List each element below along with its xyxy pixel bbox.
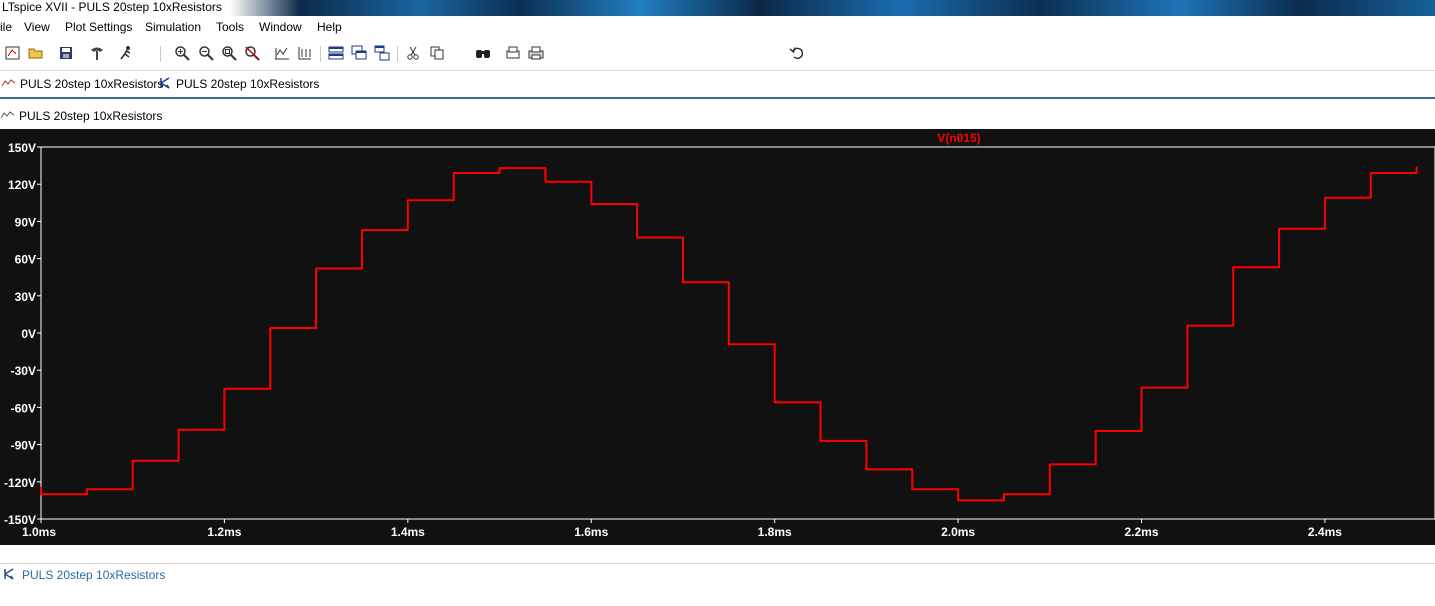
y-tick-label: 120V xyxy=(8,178,36,192)
waveform-plot[interactable]: 150V 120V 90V 60V 30V 0V -30V -60V -90V -120V -150… xyxy=(0,129,1435,545)
schematic-icon xyxy=(2,567,16,583)
y-tick-label: 90V xyxy=(15,215,36,229)
print-icon[interactable] xyxy=(527,44,545,62)
cut-icon[interactable] xyxy=(404,44,422,62)
x-tick-label: 1.0ms xyxy=(22,525,56,539)
find-icon[interactable] xyxy=(474,44,492,62)
y-tick-label: -30V xyxy=(11,364,36,378)
menu-view[interactable]: View xyxy=(24,20,50,34)
toolbar xyxy=(0,40,1435,66)
x-tick-label: 1.8ms xyxy=(758,525,792,539)
print-setup-icon[interactable] xyxy=(504,44,522,62)
tile-vertical-icon[interactable] xyxy=(373,44,391,62)
status-label[interactable]: PULS 20step 10xResistors xyxy=(22,568,165,582)
menu-plot-settings[interactable]: Plot Settings xyxy=(65,20,132,34)
zoom-out-icon[interactable] xyxy=(197,44,215,62)
tab-schematic[interactable]: PULS 20step 10xResistors xyxy=(158,75,319,93)
y-tick-label: -120V xyxy=(4,476,36,490)
y-tick-label: -60V xyxy=(11,401,36,415)
run-icon[interactable] xyxy=(117,44,135,62)
control-panel-icon[interactable] xyxy=(88,44,106,62)
pane-title: PULS 20step 10xResistors xyxy=(19,109,163,123)
window-title: LTspice XVII - PULS 20step 10xResistors xyxy=(0,0,226,16)
zoom-full-icon[interactable] xyxy=(220,44,238,62)
toolbar-separator xyxy=(320,46,321,62)
save-icon[interactable] xyxy=(57,44,75,62)
menu-tools[interactable]: Tools xyxy=(216,20,244,34)
y-tick-label: 0V xyxy=(21,327,36,341)
x-tick-label: 2.4ms xyxy=(1308,525,1342,539)
y-tick-label: 60V xyxy=(15,253,36,267)
y-tick-label: 150V xyxy=(8,141,36,155)
undo-icon[interactable] xyxy=(788,44,806,62)
x-tick-label: 1.6ms xyxy=(574,525,608,539)
menu-bar: ile View Plot Settings Simulation Tools … xyxy=(0,18,1435,38)
y-tick-label: 30V xyxy=(15,290,36,304)
legend-label[interactable]: V(n015) xyxy=(937,131,980,145)
zoom-in-icon[interactable] xyxy=(173,44,191,62)
tile-horizontal-icon[interactable] xyxy=(327,44,345,62)
tab-label: PULS 20step 10xResistors xyxy=(20,77,164,91)
cascade-icon[interactable] xyxy=(350,44,368,62)
menu-simulation[interactable]: Simulation xyxy=(145,20,201,34)
plot-pane-header: PULS 20step 10xResistors xyxy=(0,106,1435,126)
cancel-zoom-icon[interactable] xyxy=(243,44,261,62)
x-tick-label: 1.4ms xyxy=(391,525,425,539)
status-bar: PULS 20step 10xResistors xyxy=(0,563,1435,586)
open-icon[interactable] xyxy=(27,44,45,62)
legend: V(n015) xyxy=(937,131,980,145)
tab-waveform[interactable]: PULS 20step 10xResistors xyxy=(1,75,164,93)
x-tick-label: 1.2ms xyxy=(207,525,241,539)
waveform-icon xyxy=(0,110,15,123)
window-tabs: PULS 20step 10xResistors PULS 20step 10x… xyxy=(0,70,1435,99)
x-tick-label: 2.0ms xyxy=(941,525,975,539)
waveform-chart[interactable]: 150V120V90V60V30V0V-30V-60V-90V-120V-150… xyxy=(0,129,1435,545)
toolbar-separator xyxy=(397,46,398,62)
menu-help[interactable]: Help xyxy=(317,20,342,34)
copy-icon[interactable] xyxy=(428,44,446,62)
schematic-icon[interactable] xyxy=(4,44,22,62)
autorange-icon[interactable] xyxy=(273,44,291,62)
schematic-icon xyxy=(158,76,172,92)
plot-background xyxy=(0,129,1435,545)
menu-file[interactable]: ile xyxy=(0,20,12,34)
tab-label: PULS 20step 10xResistors xyxy=(176,77,320,91)
title-bar: LTspice XVII - PULS 20step 10xResistors xyxy=(0,0,1435,16)
toolbar-separator xyxy=(160,46,161,62)
mark-icon[interactable] xyxy=(296,44,314,62)
x-tick-label: 2.2ms xyxy=(1125,525,1159,539)
y-tick-label: -90V xyxy=(11,439,36,453)
waveform-icon xyxy=(1,77,16,91)
menu-window[interactable]: Window xyxy=(259,20,302,34)
